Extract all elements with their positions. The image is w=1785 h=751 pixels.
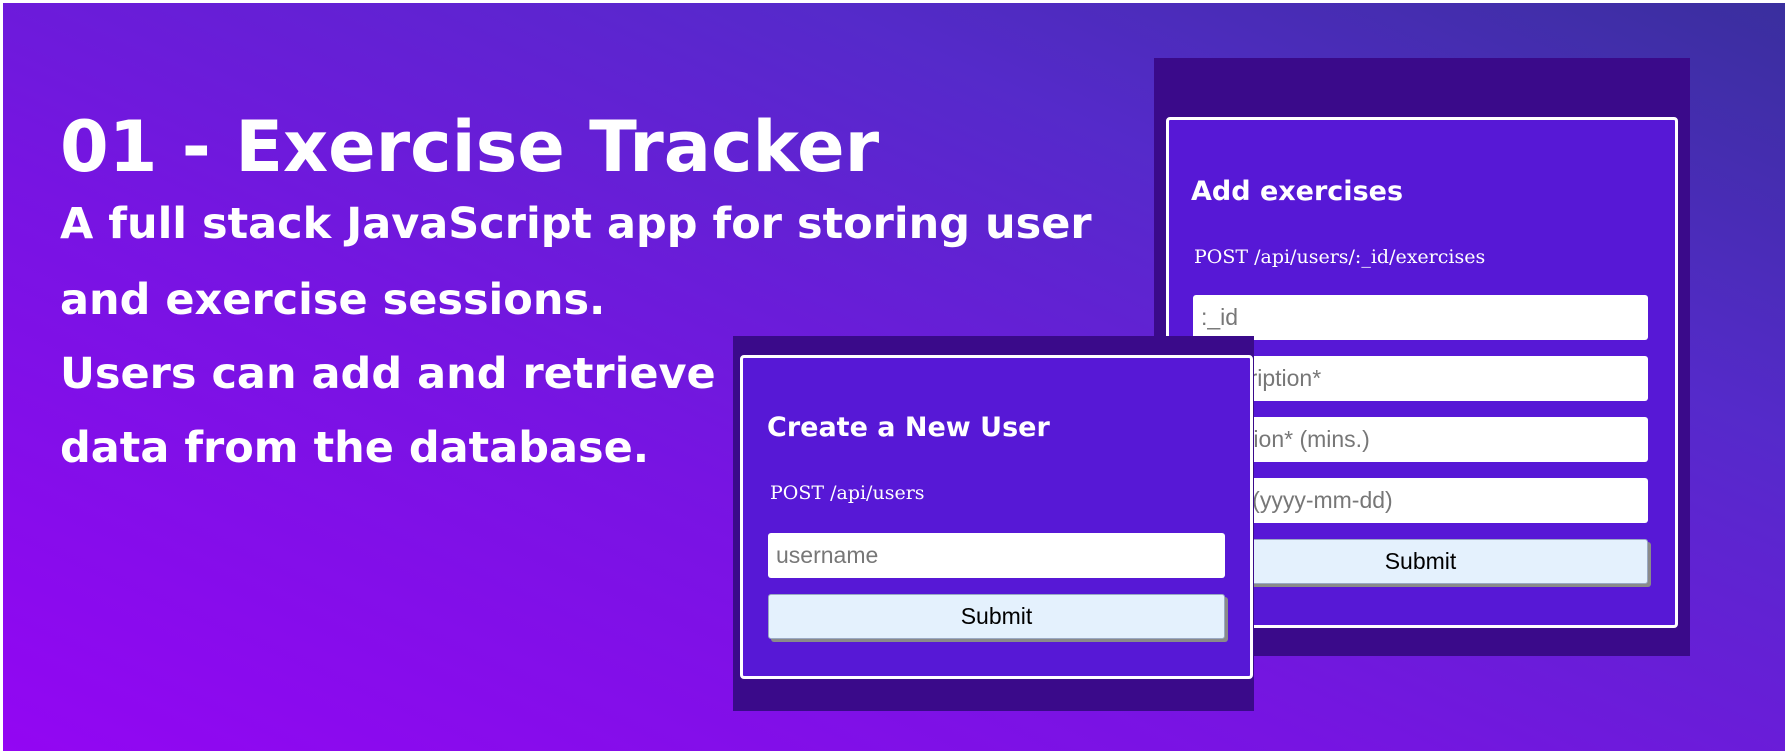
- add-exercise-submit-button[interactable]: Submit: [1193, 539, 1648, 584]
- hero-banner: 01 - Exercise Tracker A full stack JavaS…: [3, 3, 1785, 751]
- create-user-title: Create a New User: [767, 412, 1050, 443]
- description-line-4: data from the database.: [60, 423, 650, 473]
- create-user-endpoint: POST /api/users: [770, 482, 925, 504]
- add-exercises-endpoint: POST /api/users/:_id/exercises: [1194, 246, 1486, 268]
- description-line-2: and exercise sessions.: [60, 275, 606, 325]
- username-input[interactable]: [768, 533, 1225, 578]
- create-user-form: Create a New User POST /api/users Submit: [740, 355, 1253, 679]
- description-line-3: Users can add and retrieve: [60, 349, 716, 399]
- page-title: 01 - Exercise Tracker: [60, 106, 880, 188]
- add-exercises-title: Add exercises: [1191, 176, 1404, 207]
- create-user-submit-button[interactable]: Submit: [768, 594, 1225, 639]
- date-input[interactable]: [1193, 478, 1648, 523]
- description-input[interactable]: [1193, 356, 1648, 401]
- description-line-1: A full stack JavaScript app for storing …: [60, 199, 1092, 249]
- user-id-input[interactable]: [1193, 295, 1648, 340]
- duration-input[interactable]: [1193, 417, 1648, 462]
